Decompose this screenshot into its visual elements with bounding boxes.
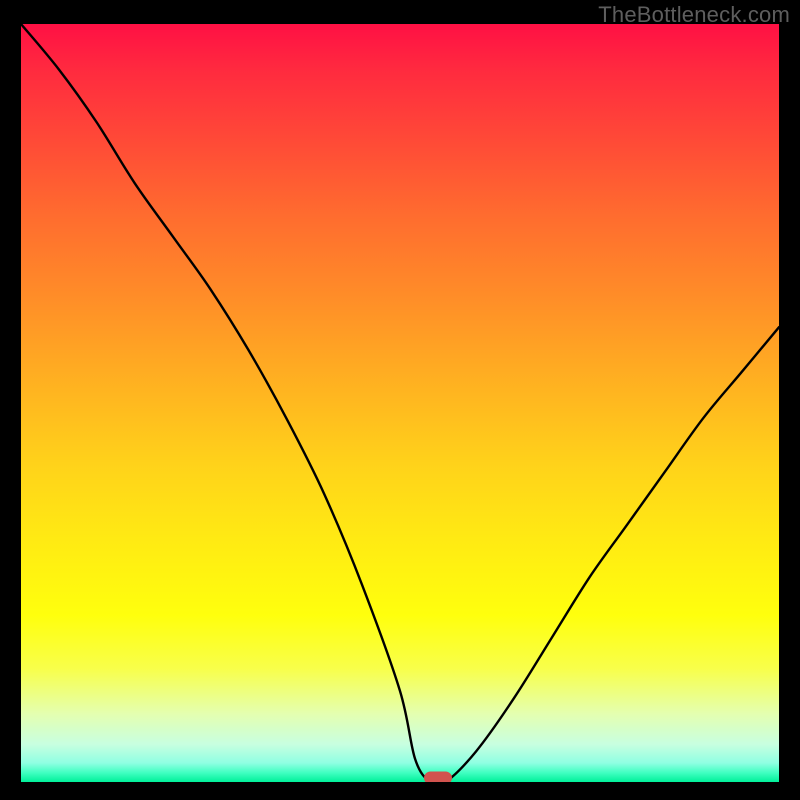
bottleneck-curve bbox=[21, 24, 779, 782]
optimal-point-marker bbox=[424, 772, 452, 783]
watermark-text: TheBottleneck.com bbox=[598, 2, 790, 28]
plot-area bbox=[21, 24, 779, 782]
chart-frame: TheBottleneck.com bbox=[0, 0, 800, 800]
